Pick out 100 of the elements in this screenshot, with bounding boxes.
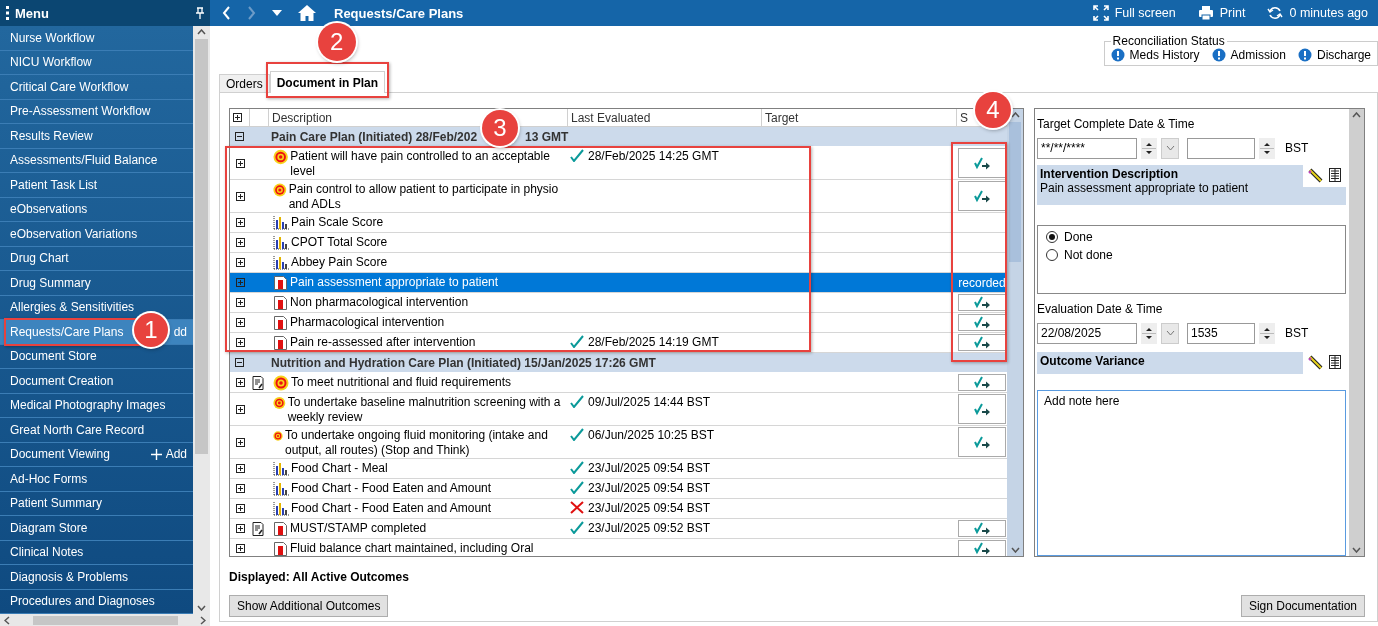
radio-option[interactable]: Not done <box>1046 248 1113 262</box>
table-row[interactable]: Food Chart - Meal 23/Jul/2025 09:54 BST <box>230 459 1007 479</box>
table-row[interactable]: Pain control to allow patient to participate in physio and ADLs <box>230 180 1007 213</box>
date-field[interactable]: **/**/**** <box>1037 137 1137 159</box>
document-button[interactable] <box>958 374 1006 391</box>
scroll-left-icon[interactable] <box>4 615 10 625</box>
collapse-icon[interactable] <box>235 358 244 367</box>
table-row[interactable]: To undertake baseline malnutrition screening with a weekly review 09/Jul/2025 14:44 BST <box>230 393 1007 426</box>
column-header[interactable]: Description <box>272 110 333 125</box>
expand-icon[interactable] <box>235 504 245 513</box>
scroll-up-icon[interactable] <box>197 29 206 35</box>
document-button[interactable] <box>958 181 1006 211</box>
table-row[interactable]: Pain assessment appropriate to patient recorded <box>230 273 1007 293</box>
add-link[interactable]: dd <box>173 324 187 339</box>
scrollbar[interactable] <box>1007 109 1023 556</box>
expand-icon[interactable] <box>235 338 245 347</box>
expand-icon[interactable] <box>235 464 245 473</box>
chevron-right-icon <box>247 6 256 20</box>
column-header[interactable]: Target <box>765 110 799 125</box>
time-field[interactable] <box>1187 137 1255 159</box>
expand-icon[interactable] <box>235 378 245 387</box>
description-text: Pain Scale Score <box>291 215 384 230</box>
scroll-down-icon[interactable] <box>197 605 206 611</box>
collapse-icon[interactable] <box>235 132 244 141</box>
care-plan-header-row[interactable]: Nutrition and Hydration Care Plan (Initiated) 15/Jan/2025 17:26 GMT <box>230 353 1007 373</box>
expand-icon[interactable] <box>235 191 245 201</box>
bar-chart-icon <box>273 215 289 230</box>
refresh-icon <box>1267 5 1284 21</box>
scrollbar-thumb[interactable] <box>32 615 178 625</box>
table-row[interactable]: Abbey Pain Score <box>230 253 1007 273</box>
expand-icon[interactable] <box>235 318 245 327</box>
table-row[interactable]: Non pharmacological intervention <box>230 293 1007 313</box>
toolbar-button[interactable]: 0 minutes ago <box>1263 5 1372 21</box>
radio-option[interactable]: Done <box>1046 230 1093 244</box>
description-text: MUST/STAMP completed <box>290 521 427 536</box>
status-link[interactable]: Discharge <box>1297 48 1371 62</box>
scroll-up-icon[interactable] <box>1010 112 1020 118</box>
table-row[interactable]: To meet nutritional and fluid requirements <box>230 373 1007 393</box>
toolbar-button[interactable]: Print <box>1193 5 1250 21</box>
status-link[interactable]: Meds History <box>1110 48 1200 62</box>
scrollbar[interactable] <box>193 26 210 614</box>
column-header[interactable]: S <box>960 110 968 125</box>
spinner[interactable] <box>1141 137 1157 159</box>
last-evaluated-text: 06/Jun/2025 10:25 BST <box>588 428 715 443</box>
expand-icon[interactable] <box>235 524 245 533</box>
show-additional-outcomes-button[interactable]: Show Additional Outcomes <box>229 595 389 617</box>
expand-icon[interactable] <box>233 113 242 122</box>
document-button[interactable] <box>958 294 1006 311</box>
toolbar-button[interactable]: Full screen <box>1088 5 1180 21</box>
time-field[interactable]: 1535 <box>1187 322 1255 344</box>
table-row[interactable]: Pain Scale Score <box>230 213 1007 233</box>
column-header[interactable]: Last Evaluated <box>571 110 651 125</box>
spinner[interactable] <box>1141 322 1157 344</box>
bar-chart-icon <box>273 461 289 476</box>
expand-icon[interactable] <box>235 404 245 414</box>
check-arrow-icon <box>973 316 991 329</box>
pencil-icon[interactable] <box>1307 354 1324 371</box>
add-link[interactable]: Add <box>150 447 187 462</box>
table-row[interactable]: Pain re-assessed after intervention 28/Feb/2025 14:19 GMT <box>230 333 1007 353</box>
expand-icon[interactable] <box>235 298 245 307</box>
pencil-icon[interactable] <box>1307 167 1324 184</box>
list-icon[interactable] <box>1328 354 1342 370</box>
expand-icon[interactable] <box>235 484 245 493</box>
expand-icon[interactable] <box>235 258 245 267</box>
table-row[interactable]: Patient will have pain controlled to an acceptable level 28/Feb/2025 14:25 GMT <box>230 147 1007 180</box>
expand-icon[interactable] <box>235 437 245 447</box>
scroll-down-icon[interactable] <box>1010 547 1020 553</box>
horizontal-scrollbar[interactable] <box>0 614 210 626</box>
scrollbar-thumb[interactable] <box>194 39 209 454</box>
scroll-up-icon[interactable] <box>1352 112 1361 118</box>
scrollbar[interactable] <box>1349 109 1364 556</box>
expand-icon[interactable] <box>235 544 245 553</box>
scroll-right-icon[interactable] <box>200 615 206 625</box>
status-link[interactable]: Admission <box>1211 48 1286 62</box>
check-arrow-icon <box>973 522 991 535</box>
table-row[interactable]: MUST/STAMP completed 23/Jul/2025 09:52 BST <box>230 519 1007 539</box>
date-field[interactable]: 22/08/2025 <box>1037 322 1137 344</box>
table-row[interactable]: CPOT Total Score <box>230 233 1007 253</box>
expand-icon[interactable] <box>235 238 245 247</box>
table-row[interactable]: To undertake ongoing fluid monitoring (intake and output, all routes) (Stop and Think) 06/Jun/2025 10:25 BST <box>230 426 1007 459</box>
document-button[interactable] <box>958 540 1006 556</box>
scroll-down-icon[interactable] <box>1352 547 1361 553</box>
expand-icon[interactable] <box>235 158 245 168</box>
sign-documentation-button[interactable]: Sign Documentation <box>1240 595 1365 617</box>
pin-icon[interactable] <box>196 7 204 19</box>
table-row[interactable]: Pharmacological intervention <box>230 313 1007 333</box>
tab[interactable]: Document in Plan <box>269 71 386 93</box>
document-button[interactable] <box>958 520 1006 537</box>
table-row[interactable]: Food Chart - Food Eaten and Amount 23/Jul/2025 09:54 BST <box>230 479 1007 499</box>
last-evaluated-text: 28/Feb/2025 14:19 GMT <box>588 335 719 350</box>
document-button[interactable] <box>958 314 1006 331</box>
document-button[interactable] <box>958 334 1006 351</box>
spinner[interactable] <box>1259 322 1275 344</box>
list-icon[interactable] <box>1328 167 1342 183</box>
tab[interactable]: Orders <box>219 74 270 93</box>
table-row[interactable]: Food Chart - Food Eaten and Amount 23/Jul/2025 09:54 BST <box>230 499 1007 519</box>
expand-icon[interactable] <box>235 218 245 227</box>
scrollbar-thumb[interactable] <box>1008 122 1022 262</box>
document-button[interactable] <box>958 148 1006 178</box>
spinner[interactable] <box>1259 137 1275 159</box>
